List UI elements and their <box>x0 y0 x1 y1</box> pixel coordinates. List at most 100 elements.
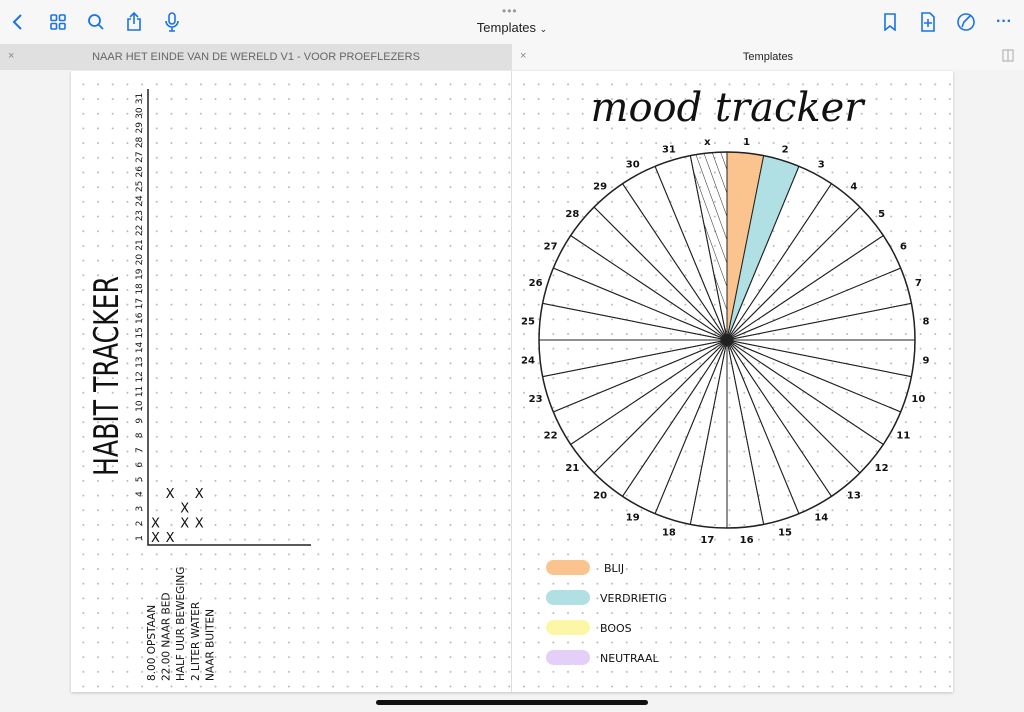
mood-day-label: 15 <box>778 527 792 538</box>
mood-day-label: 22 <box>544 430 558 441</box>
mood-day-label: 11 <box>896 430 910 441</box>
mood-slice-day-19[interactable] <box>621 339 728 515</box>
day-number: 4 <box>135 491 145 497</box>
habit-check-mark[interactable]: X <box>180 516 189 531</box>
mood-day-label: 12 <box>875 463 889 474</box>
mood-day-label: 28 <box>565 209 579 220</box>
mood-day-label: 1 <box>743 137 750 148</box>
tab-templates[interactable]: × Templates <box>512 44 1024 70</box>
mood-tracker: mood tracker x 12345678910111213141516171… <box>521 85 930 665</box>
day-number: 7 <box>135 447 145 453</box>
day-number: 6 <box>135 462 145 468</box>
legend-swatch <box>546 560 590 575</box>
legend-label: BLIJ <box>604 562 624 575</box>
document-title: Templates <box>476 20 537 35</box>
mood-day-label: 27 <box>544 242 558 253</box>
mood-day-label: 18 <box>662 527 676 538</box>
mood-day-label: 21 <box>565 463 579 474</box>
mood-day-label: 24 <box>521 356 535 367</box>
close-icon[interactable]: × <box>8 50 14 62</box>
day-number: 19 <box>135 268 145 280</box>
mood-slice-day-20[interactable] <box>593 339 728 498</box>
habit-label: NAAR BUITEN <box>204 609 216 681</box>
bookmark-icon[interactable] <box>878 10 902 34</box>
mood-day-label: 9 <box>923 356 930 367</box>
mood-day-label: 26 <box>529 278 543 289</box>
mood-day-label: 16 <box>740 535 754 546</box>
mood-day-label: 7 <box>915 278 922 289</box>
mood-day-label: 14 <box>814 512 828 523</box>
day-number: 12 <box>135 371 145 382</box>
mood-slice-day-28[interactable] <box>569 206 728 341</box>
mood-slice-day-13[interactable] <box>726 339 861 498</box>
habit-check-mark[interactable]: X <box>180 502 189 517</box>
day-number: 3 <box>135 506 145 512</box>
day-number: 8 <box>135 432 145 438</box>
mood-day-label: 5 <box>878 209 885 220</box>
mood-day-label: 23 <box>529 394 543 405</box>
habit-check-mark[interactable]: X <box>151 531 160 546</box>
mood-day-label: 13 <box>847 491 861 502</box>
habit-check-mark[interactable]: X <box>166 487 175 502</box>
mood-day-label: 30 <box>626 160 640 171</box>
mood-day-label: x <box>704 137 711 148</box>
day-number: 30 <box>135 107 145 119</box>
day-number: 5 <box>135 477 145 483</box>
mood-day-label: 20 <box>593 491 607 502</box>
tab-document[interactable]: × NAAR HET EINDE VAN DE WERELD V1 - VOOR … <box>0 44 512 70</box>
day-number: 10 <box>135 400 145 412</box>
multitask-dots-icon[interactable]: ••• <box>502 4 518 18</box>
day-number: 31 <box>135 93 145 104</box>
add-page-icon[interactable] <box>916 10 940 34</box>
mood-day-label: 2 <box>782 145 789 156</box>
mood-day-label: 3 <box>818 160 825 171</box>
more-icon[interactable]: ··· <box>992 10 1016 34</box>
habit-label: 2 LITER WATER <box>190 602 202 681</box>
mood-day-label: 4 <box>850 181 857 192</box>
habit-check-mark[interactable]: X <box>151 516 160 531</box>
habit-check-mark[interactable]: X <box>195 516 204 531</box>
habit-label: HALF UUR BEWEGING <box>175 567 187 681</box>
legend-swatch <box>546 650 590 665</box>
habit-check-mark[interactable]: X <box>166 531 175 546</box>
mood-slice-day-22[interactable] <box>552 339 728 446</box>
day-number: 17 <box>135 298 145 309</box>
day-number: 21 <box>135 239 145 250</box>
day-number: 23 <box>135 210 145 221</box>
habit-label: 22.00 NAAR BED <box>161 593 173 681</box>
habit-label: 8.00 OPSTAAN <box>146 605 158 681</box>
mood-day-label: 25 <box>521 316 535 327</box>
mood-tracker-title: mood tracker <box>591 85 867 131</box>
day-number: 28 <box>135 136 145 148</box>
legend-label: BOOS <box>600 622 632 635</box>
tab-label: NAAR HET EINDE VAN DE WERELD V1 - VOOR P… <box>92 51 420 63</box>
home-indicator[interactable] <box>376 700 648 705</box>
mood-slice-day-14[interactable] <box>726 339 833 515</box>
day-number: 29 <box>135 122 145 134</box>
day-number: 1 <box>135 535 145 541</box>
mood-slice-day-12[interactable] <box>726 339 885 474</box>
close-icon[interactable]: × <box>520 50 526 62</box>
legend-label: VERDRIETIG <box>600 592 667 605</box>
day-number: 11 <box>135 386 145 397</box>
tab-label: Templates <box>742 51 794 63</box>
mood-slice-day-11[interactable] <box>726 339 902 446</box>
day-number: 2 <box>135 520 145 526</box>
mood-slice-day-21[interactable] <box>569 339 728 474</box>
day-number: 24 <box>135 195 145 207</box>
habit-axes <box>147 89 311 546</box>
split-view-icon[interactable] <box>1002 49 1016 66</box>
legend-swatch <box>546 620 590 635</box>
habit-check-mark[interactable]: X <box>195 487 204 502</box>
day-number: 9 <box>135 418 145 424</box>
document-title-menu[interactable]: Templates ⌄ <box>0 20 1024 35</box>
mood-day-label: 19 <box>626 512 640 523</box>
day-number: 15 <box>135 327 145 338</box>
chevron-down-icon: ⌄ <box>539 24 548 34</box>
mood-slice-day-27[interactable] <box>552 234 728 341</box>
notebook-spread[interactable]: HABIT TRACKER 1 2 3 4 5 6 7 8 9 10 11 12 13 14 15 16 17 1… <box>71 71 953 692</box>
day-number: 14 <box>135 342 145 354</box>
pen-off-icon[interactable] <box>954 10 978 34</box>
mood-day-label: 10 <box>911 394 925 405</box>
day-number: 22 <box>135 225 145 236</box>
